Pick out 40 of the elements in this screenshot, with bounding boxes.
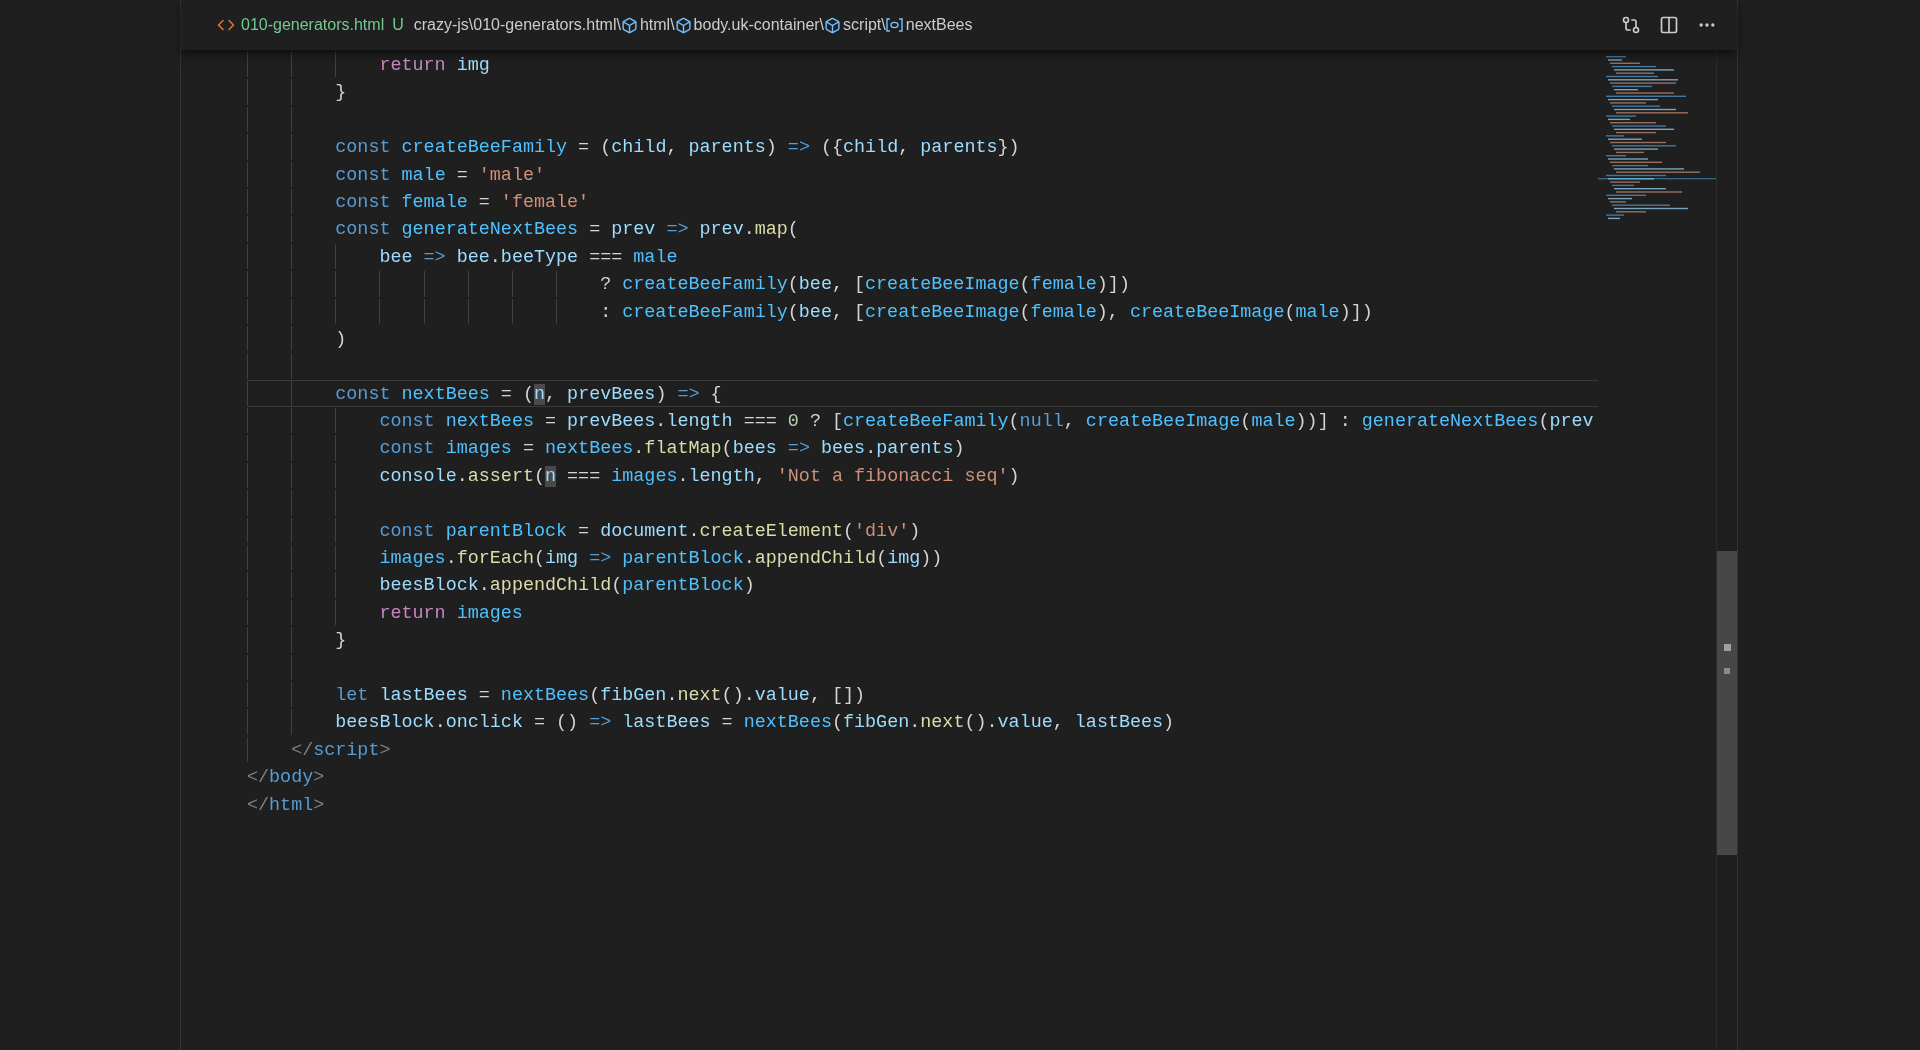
code-line: </html> [247, 793, 326, 818]
code-line: return images [247, 598, 1598, 627]
code-line: } [247, 78, 1598, 106]
scrollbar-thumb[interactable] [1717, 551, 1737, 855]
code-line: } [247, 626, 1598, 654]
code-line: beesBlock.appendChild(parentBlock) [247, 571, 1598, 599]
code-line: ? createBeeFamily(bee, [createBeeImage(female)]) [247, 270, 1598, 298]
breadcrumb-item[interactable]: script\ [843, 13, 886, 37]
code-line: images.forEach(img => parentBlock.appendChild(img)) [247, 544, 1598, 572]
code-line: const nextBees = prevBees.length === 0 ? [createBeeFamily(null, createBeeImage(male))] : generateNextBees(prev [247, 407, 1598, 435]
code-line: ) [247, 324, 1598, 353]
code-line: const male = 'male' [247, 160, 1598, 188]
git-status: U [392, 15, 404, 35]
code-line: : createBeeFamily(bee, [createBeeImage(female), createBeeImage(male)]) [247, 297, 1598, 325]
code-line: console.assert(n === images.length, 'Not a fibonacci seq') [247, 461, 1598, 490]
code-line: </body> [247, 766, 326, 791]
code-line: const nextBees = (n, prevBees) => { [247, 379, 1598, 408]
code-line: beesBlock.onclick = () => lastBees = nextBees(fibGen.next().value, lastBees) [247, 708, 1598, 736]
code-line: bee => bee.beeType === male [247, 242, 1598, 271]
scrollbar-marker [1724, 644, 1731, 651]
code-line: let lastBees = nextBees(fibGen.next().value, []) [247, 681, 1598, 709]
code-line: return img [247, 51, 1598, 79]
code-line: const createBeeFamily = (child, parents) => ({child, parents}) [247, 133, 1598, 161]
code-line: const parentBlock = document.createElement('div') [247, 516, 1598, 545]
code-line: const images = nextBees.flatMap(bees => bees.parents) [247, 434, 1598, 462]
file-name[interactable]: 010-generators.html [241, 13, 385, 37]
code-line: </script> [247, 735, 1598, 764]
compare-changes-icon[interactable] [1621, 15, 1641, 35]
breadcrumb-item[interactable]: body.uk-container\ [693, 13, 825, 37]
split-editor-icon[interactable] [1659, 15, 1679, 35]
variable-icon [885, 18, 903, 32]
cube-icon [824, 16, 842, 34]
code-line: const female = 'female' [247, 187, 1598, 216]
code-line: const generateNextBees = prev => prev.map( [247, 215, 1598, 243]
cube-icon [674, 16, 692, 34]
breadcrumb-item[interactable]: nextBees [905, 13, 973, 37]
breadcrumb-item[interactable]: html\ [639, 13, 675, 37]
cube-icon [620, 16, 638, 34]
breadcrumb-item[interactable]: crazy-js\010-generators.html\ [413, 13, 621, 37]
scrollbar-marker [1724, 668, 1730, 674]
